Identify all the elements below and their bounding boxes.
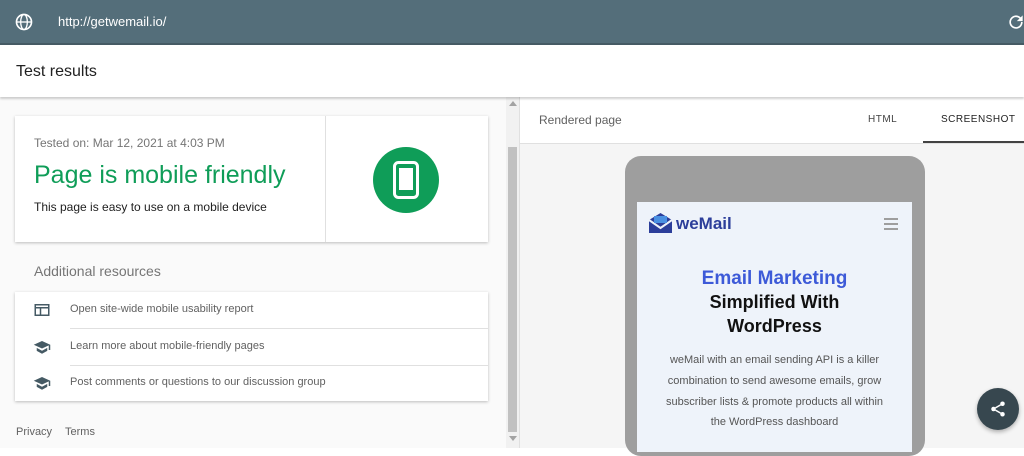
page-title: Test results — [16, 63, 97, 80]
additional-resources-heading: Additional resources — [34, 263, 161, 279]
share-icon — [991, 401, 1005, 417]
tab-screenshot[interactable]: SCREENSHOT — [941, 114, 1015, 125]
hero-headline: WordPress — [727, 316, 822, 336]
scrollbar-thumb[interactable] — [508, 147, 517, 432]
card-divider — [325, 116, 326, 242]
hero-body-line: subscriber lists & promote products all … — [665, 396, 884, 408]
rendered-page-label: Rendered page — [539, 113, 622, 127]
resource-item-discussion-group[interactable]: Post comments or questions to our discus… — [15, 365, 488, 401]
terms-link[interactable]: Terms — [65, 426, 95, 438]
reload-icon[interactable] — [1006, 12, 1024, 32]
site-logo-text: weMail — [676, 214, 732, 233]
envelope-logo-icon — [648, 213, 673, 233]
web-page-icon — [34, 304, 50, 316]
verdict-title: Page is mobile friendly — [34, 161, 286, 189]
school-icon — [33, 377, 51, 390]
scroll-down-arrow-icon[interactable] — [509, 436, 517, 441]
url-bar: http://getwemail.io/ — [0, 0, 1024, 45]
globe-icon — [15, 13, 33, 31]
page-header: Test results — [0, 47, 1024, 97]
share-button[interactable] — [977, 388, 1019, 430]
hero-headline: Email Marketing — [701, 268, 848, 289]
hero-body-line: weMail with an email sending API is a ki… — [669, 354, 880, 366]
tab-html[interactable]: HTML — [868, 114, 897, 125]
rendered-page-header: Rendered page HTML SCREENSHOT — [520, 97, 1024, 144]
privacy-link[interactable]: Privacy — [16, 426, 52, 438]
resources-card: Open site-wide mobile usability report L… — [15, 292, 488, 401]
scroll-up-arrow-icon[interactable] — [509, 101, 517, 106]
verdict-card: Tested on: Mar 12, 2021 at 4:03 PM Page … — [15, 116, 488, 242]
hero-headline: Simplified With — [709, 292, 840, 312]
verdict-description: This page is easy to use on a mobile dev… — [34, 200, 267, 214]
resource-label[interactable]: Post comments or questions to our discus… — [70, 376, 326, 388]
mobile-friendly-badge — [373, 147, 439, 213]
school-icon — [33, 341, 51, 354]
resource-item-learn-more[interactable]: Learn more about mobile-friendly pages — [15, 329, 488, 366]
hero-body-line: the WordPress dashboard — [710, 416, 839, 428]
scrollbar[interactable] — [506, 97, 519, 448]
tested-on-text: Tested on: Mar 12, 2021 at 4:03 PM — [34, 136, 225, 150]
smartphone-icon — [393, 161, 419, 199]
hero-body-line: combination to send awesome emails, grow — [667, 375, 882, 387]
resource-item-usability-report[interactable]: Open site-wide mobile usability report — [15, 292, 488, 329]
active-tab-indicator — [923, 141, 1024, 143]
url-text[interactable]: http://getwemail.io/ — [58, 14, 166, 29]
hamburger-menu-icon — [884, 218, 900, 230]
resource-label[interactable]: Open site-wide mobile usability report — [70, 303, 253, 315]
page-screenshot: weMail Email Marketing Simplified With W… — [637, 202, 912, 452]
resource-label[interactable]: Learn more about mobile-friendly pages — [70, 340, 264, 352]
